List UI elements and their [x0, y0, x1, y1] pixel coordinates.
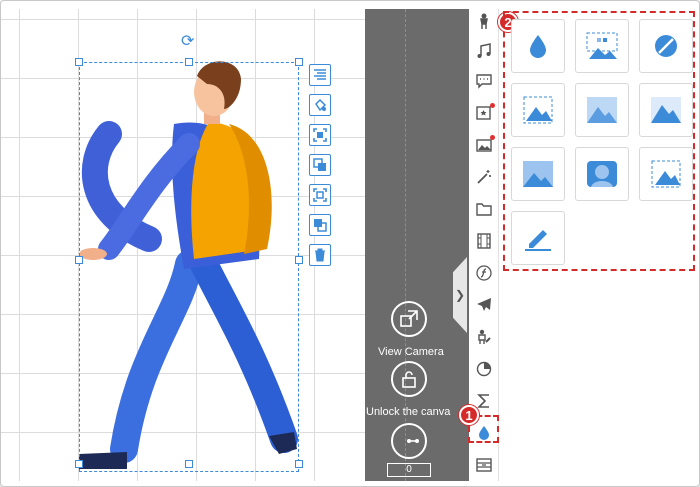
rotation-counter[interactable]: 0 [387, 463, 431, 477]
app-window: ⟳ View Camera Unlock the canva 0 ❯ 1 2 [0, 0, 700, 487]
blur-shape-effect-icon[interactable] [575, 147, 629, 201]
crop-icon[interactable] [309, 124, 331, 146]
resize-handle-bm[interactable] [185, 460, 193, 468]
selection-box[interactable] [79, 62, 299, 472]
resize-handle-tm[interactable] [185, 58, 193, 66]
layer-icon[interactable] [309, 214, 331, 236]
selection-mountain-effect-icon[interactable] [511, 83, 565, 137]
resize-handle-tl[interactable] [75, 58, 83, 66]
effects-panel [503, 11, 695, 271]
blur-rectangle-effect-icon[interactable] [511, 147, 565, 201]
gradient-mountain-effect-icon[interactable] [639, 83, 693, 137]
film-icon[interactable] [474, 231, 494, 251]
speech-bubble-icon[interactable] [474, 71, 494, 91]
resize-handle-mr[interactable] [295, 256, 303, 264]
editing-canvas[interactable]: ⟳ [1, 9, 365, 481]
transform-mountain-effect-icon[interactable] [639, 147, 693, 201]
view-camera-button[interactable] [391, 301, 427, 337]
camera-rotation-dial[interactable] [391, 423, 427, 459]
copy-style-icon[interactable] [309, 154, 331, 176]
image-icon[interactable] [474, 135, 495, 155]
fill-color-icon[interactable] [309, 94, 331, 116]
notification-dot [490, 135, 495, 140]
mosaic-selection-effect-icon[interactable] [575, 19, 629, 73]
magic-wand-icon[interactable] [474, 167, 494, 187]
folder-icon[interactable] [474, 199, 494, 219]
airplane-icon[interactable] [474, 295, 494, 315]
noise-mountain-effect-icon[interactable] [575, 83, 629, 137]
view-camera-icon [400, 310, 418, 327]
archive-icon[interactable] [474, 455, 494, 475]
brush-effect-icon[interactable] [511, 211, 565, 265]
fit-icon[interactable] [309, 184, 331, 206]
object-toolbar [309, 64, 331, 266]
notification-dot [490, 103, 495, 108]
pie-chart-icon[interactable] [474, 359, 494, 379]
formula-icon[interactable] [474, 263, 494, 283]
resize-handle-tr[interactable] [295, 58, 303, 66]
dial-icon [407, 439, 419, 443]
view-camera-label: View Camera [378, 346, 444, 358]
resize-handle-ml[interactable] [75, 256, 83, 264]
music-icon[interactable] [474, 41, 494, 61]
chevron-right-icon: ❯ [454, 288, 465, 302]
resize-handle-br[interactable] [295, 460, 303, 468]
rotate-icon[interactable]: ⟳ [181, 31, 194, 51]
align-icon[interactable] [309, 64, 331, 86]
callout-badge-1: 1 [459, 405, 479, 425]
water-drop-effect-icon[interactable] [511, 19, 565, 73]
delete-icon[interactable] [309, 244, 331, 266]
no-fill-effect-icon[interactable] [639, 19, 693, 73]
unlock-icon [402, 371, 416, 388]
character-icon[interactable] [474, 11, 494, 31]
camera-panel: View Camera Unlock the canva 0 [365, 9, 469, 481]
unlock-canvas-button[interactable] [391, 361, 427, 397]
resize-handle-bl[interactable] [75, 460, 83, 468]
unlock-canvas-label: Unlock the canva [366, 406, 451, 418]
sticker-icon[interactable] [474, 103, 495, 123]
edit-person-icon[interactable] [474, 327, 494, 347]
